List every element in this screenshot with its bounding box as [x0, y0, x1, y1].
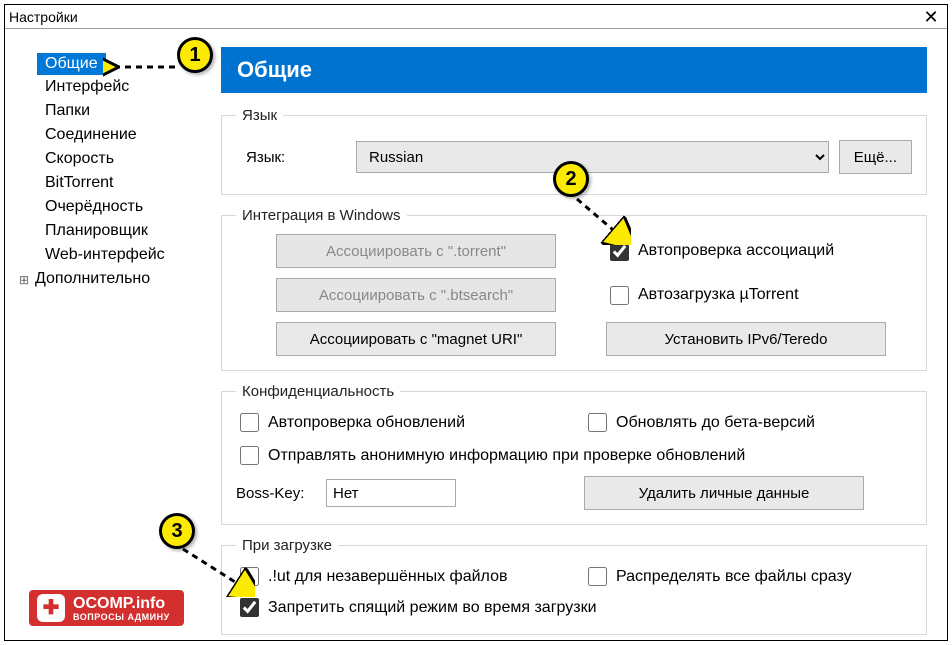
ut-input[interactable]: [240, 567, 259, 586]
auto-check-assoc-input[interactable]: [610, 242, 629, 261]
assoc-magnet-button[interactable]: Ассоциировать с "magnet URI": [276, 322, 556, 356]
assoc-btsearch-button[interactable]: Ассоциировать с ".btsearch": [276, 278, 556, 312]
legend-language: Язык: [236, 107, 283, 124]
sleep-input[interactable]: [240, 598, 259, 617]
language-label: Язык:: [236, 149, 346, 166]
window-title: Настройки: [9, 9, 919, 25]
watermark-main: OCOMP.info: [73, 595, 165, 612]
beta-checkbox[interactable]: Обновлять до бета-версий: [584, 410, 912, 435]
ipv6-button[interactable]: Установить IPv6/Teredo: [606, 322, 886, 356]
language-select[interactable]: Russian: [356, 141, 829, 173]
sleep-checkbox[interactable]: Запретить спящий режим во время загрузки: [236, 595, 912, 620]
close-icon[interactable]: ✕: [919, 8, 943, 26]
sidebar: Общие Интерфейс Папки Соединение Скорост…: [5, 29, 203, 640]
legend-integration: Интеграция в Windows: [236, 207, 407, 224]
main-panel: Общие Язык Язык: Russian Ещё... Интеграц…: [203, 29, 947, 640]
sidebar-item-interface[interactable]: Интерфейс: [15, 75, 203, 99]
sidebar-item-bittorrent[interactable]: BitTorrent: [15, 171, 203, 195]
legend-privacy: Конфиденциальность: [236, 383, 400, 400]
sidebar-item-general[interactable]: Общие: [37, 53, 106, 75]
group-privacy: Конфиденциальность Автопроверка обновлен…: [221, 383, 927, 525]
spread-checkbox[interactable]: Распределять все файлы сразу: [584, 564, 912, 589]
spread-input[interactable]: [588, 567, 607, 586]
settings-window: Настройки ✕ Общие Интерфейс Папки Соедин…: [4, 4, 948, 641]
beta-input[interactable]: [588, 413, 607, 432]
ut-checkbox[interactable]: .!ut для незавершённых файлов: [236, 564, 564, 589]
sidebar-item-connection[interactable]: Соединение: [15, 123, 203, 147]
group-integration: Интеграция в Windows Ассоциировать с ".t…: [221, 207, 927, 371]
anon-input[interactable]: [240, 446, 259, 465]
auto-update-input[interactable]: [240, 413, 259, 432]
watermark: OCOMP.info ВОПРОСЫ АДМИНУ: [29, 590, 184, 626]
bosskey-label: Boss-Key:: [236, 485, 316, 502]
bosskey-input[interactable]: [326, 479, 456, 507]
page-title: Общие: [221, 47, 927, 93]
sidebar-item-web[interactable]: Web-интерфейс: [15, 243, 203, 267]
sidebar-item-advanced[interactable]: Дополнительно: [15, 267, 203, 291]
assoc-torrent-button[interactable]: Ассоциировать с ".torrent": [276, 234, 556, 268]
group-language: Язык Язык: Russian Ещё...: [221, 107, 927, 195]
legend-onload: При загрузке: [236, 537, 338, 554]
anon-checkbox[interactable]: Отправлять анонимную информацию при пров…: [236, 443, 912, 468]
delete-personal-button[interactable]: Удалить личные данные: [584, 476, 864, 510]
content: Общие Интерфейс Папки Соединение Скорост…: [5, 29, 947, 640]
sidebar-item-folders[interactable]: Папки: [15, 99, 203, 123]
auto-check-assoc-checkbox[interactable]: Автопроверка ассоциаций: [606, 239, 912, 264]
language-more-button[interactable]: Ещё...: [839, 140, 912, 174]
autoload-input[interactable]: [610, 286, 629, 305]
watermark-sub: ВОПРОСЫ АДМИНУ: [73, 613, 170, 622]
autoload-checkbox[interactable]: Автозагрузка µTorrent: [606, 283, 912, 308]
sidebar-item-scheduler[interactable]: Планировщик: [15, 219, 203, 243]
auto-update-checkbox[interactable]: Автопроверка обновлений: [236, 410, 564, 435]
titlebar: Настройки ✕: [5, 5, 947, 29]
sidebar-item-queue[interactable]: Очерёдность: [15, 195, 203, 219]
sidebar-item-speed[interactable]: Скорость: [15, 147, 203, 171]
group-onload: При загрузке .!ut для незавершённых файл…: [221, 537, 927, 635]
